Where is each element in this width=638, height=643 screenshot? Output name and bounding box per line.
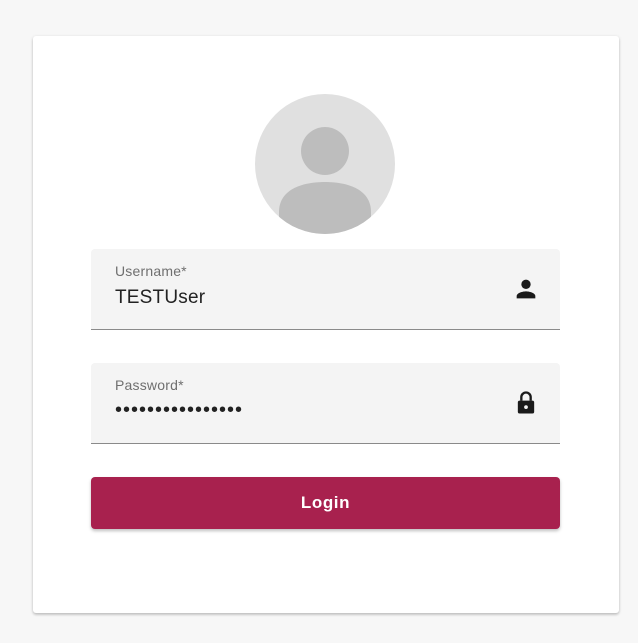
password-field[interactable]: Password* •••••••••••••••• <box>91 363 560 444</box>
username-field[interactable]: Username* TESTUser <box>91 249 560 330</box>
avatar-icon <box>255 94 395 234</box>
password-label: Password* <box>115 377 184 393</box>
username-label: Username* <box>115 263 187 279</box>
login-card: Username* TESTUser Password* •••••••••••… <box>33 36 619 613</box>
person-icon <box>512 275 540 303</box>
password-input[interactable]: •••••••••••••••• <box>115 399 243 422</box>
login-button[interactable]: Login <box>91 477 560 529</box>
username-input[interactable]: TESTUser <box>115 287 205 309</box>
lock-icon <box>512 389 540 417</box>
page: Username* TESTUser Password* •••••••••••… <box>0 0 638 643</box>
